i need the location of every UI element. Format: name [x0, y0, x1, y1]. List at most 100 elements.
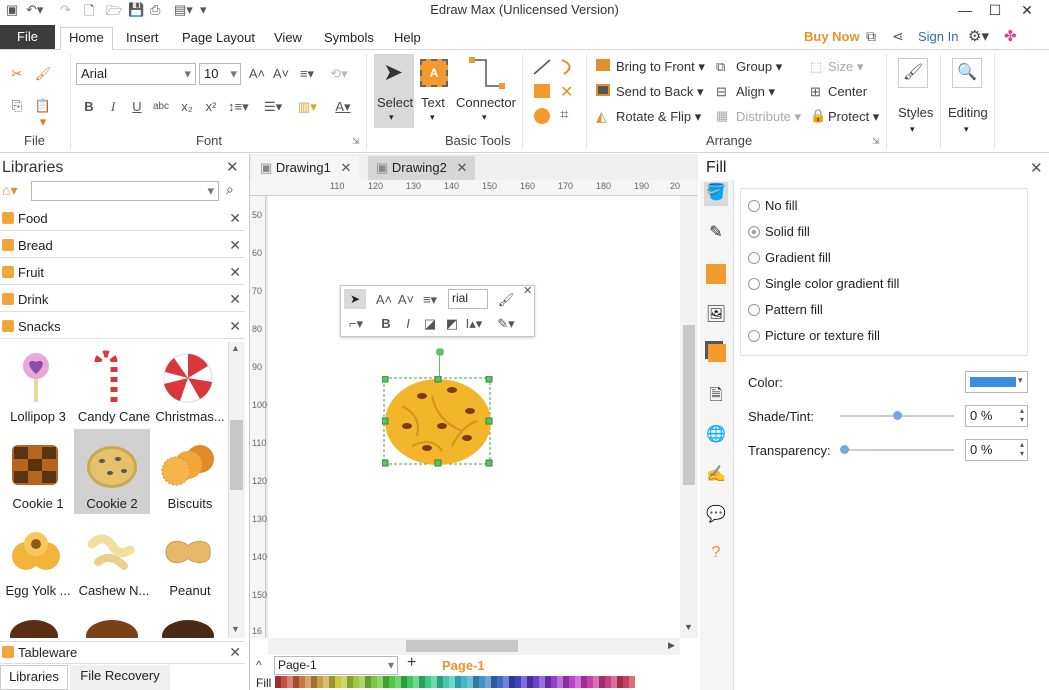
shape-peanut[interactable]: Peanut — [152, 516, 224, 601]
line-spacing-icon[interactable]: ↕≡▾ — [228, 99, 249, 115]
document-tab-drawing2[interactable]: ▣ Drawing2 ✕ — [368, 156, 476, 180]
styles-icon[interactable]: 🖌 — [898, 58, 928, 88]
strikethrough-icon[interactable]: abc — [152, 99, 170, 115]
library-scrollbar[interactable] — [228, 342, 245, 638]
pattern-fill-option[interactable]: Pattern fill — [748, 301, 978, 321]
send-to-back-button[interactable]: Send to Back ▾ — [616, 84, 703, 100]
close-category-icon[interactable]: ✕ — [229, 318, 241, 335]
grow-font-icon[interactable]: A˄ — [248, 66, 266, 82]
tab-home[interactable]: Home — [60, 27, 113, 51]
superscript-icon[interactable]: x² — [202, 99, 220, 115]
font-color-icon[interactable]: A▾ — [334, 99, 352, 115]
transparency-slider-thumb[interactable] — [840, 445, 849, 454]
highlight-icon[interactable]: ▥▾ — [298, 99, 317, 115]
palette-swatch[interactable] — [629, 676, 635, 688]
new-file-icon[interactable]: 🗋 — [84, 2, 94, 24]
close-category-icon[interactable]: ✕ — [229, 644, 241, 661]
shape-candy-cane[interactable]: Candy Cane — [76, 342, 150, 427]
comment-icon[interactable]: 💬 — [704, 504, 728, 528]
note-icon[interactable]: ✍ — [704, 464, 728, 488]
file-recovery-tab[interactable]: File Recovery — [70, 665, 170, 690]
close-category-icon[interactable]: ✕ — [229, 291, 241, 308]
close-category-icon[interactable]: ✕ — [229, 264, 241, 281]
customize-icon[interactable]: ▾ — [200, 2, 207, 18]
close-floating-toolbar-icon[interactable]: ✕ — [523, 284, 532, 297]
close-fill-panel-icon[interactable]: ✕ — [1030, 159, 1043, 177]
no-fill-option[interactable]: No fill — [748, 197, 978, 217]
tab-page-layout[interactable]: Page Layout — [174, 28, 263, 50]
arc-tool-icon[interactable] — [558, 58, 578, 76]
sign-in-link[interactable]: Sign In — [918, 29, 958, 44]
library-category-fruit[interactable]: Fruit ✕ — [0, 262, 245, 285]
open-folder-icon[interactable]: 🗁 — [106, 2, 122, 24]
globe-icon[interactable]: 🌐 — [704, 424, 728, 448]
subscript-icon[interactable]: x₂ — [178, 99, 196, 115]
document-tab-drawing1[interactable]: ▣ Drawing1 ✕ — [252, 156, 360, 180]
format-painter-icon[interactable]: 🖌 — [497, 292, 515, 308]
image-icon[interactable]: 🖼 — [704, 304, 728, 328]
close-button[interactable]: ✕ — [1004, 0, 1049, 22]
pages-toggle-icon[interactable]: ^ — [256, 658, 262, 672]
line-tool-icon[interactable] — [532, 58, 552, 76]
canvas-hscroll-thumb[interactable] — [406, 640, 518, 652]
font-name-select[interactable]: Arial ▾ — [76, 63, 196, 85]
page-tab-1[interactable]: Page-1 — [442, 658, 485, 673]
scroll-down-icon[interactable]: ▼ — [231, 624, 240, 634]
gradient-fill-option[interactable]: Gradient fill — [748, 249, 978, 269]
distribute-button[interactable]: Distribute ▾ — [736, 109, 801, 125]
print-icon[interactable]: ⎙ — [150, 2, 160, 18]
transparency-slider-track[interactable] — [840, 449, 954, 451]
text-spacing-icon[interactable]: I▴▾ — [465, 316, 483, 332]
undo-icon[interactable]: ↶▾ — [26, 2, 43, 18]
fill-tool-icon[interactable]: 🪣 — [704, 182, 728, 206]
scroll-up-icon[interactable]: ▲ — [231, 343, 240, 353]
shape-lollipop[interactable]: Lollipop 3 — [0, 342, 72, 427]
library-category-food[interactable]: Food ✕ — [0, 208, 245, 231]
line-tool-icon[interactable]: ✎ — [704, 222, 728, 246]
shrink-font-icon[interactable]: A˅ — [272, 66, 290, 82]
bullets-icon[interactable]: ☰▾ — [264, 99, 282, 115]
library-category-drink[interactable]: Drink ✕ — [0, 289, 245, 312]
bold-icon[interactable]: B — [377, 316, 395, 332]
color-palette[interactable] — [275, 676, 635, 688]
bring-front-icon[interactable]: ◪ — [421, 316, 439, 332]
layer-icon[interactable] — [708, 344, 726, 362]
underline-icon[interactable]: U — [128, 99, 146, 115]
help-icon[interactable]: ? — [704, 544, 728, 568]
cookie-shape[interactable] — [382, 376, 494, 468]
select-dropdown-icon[interactable]: ▾ — [389, 112, 394, 123]
tab-view[interactable]: View — [266, 28, 310, 50]
connector-label[interactable]: Connector — [456, 95, 516, 110]
library-category-snacks[interactable]: Snacks ✕ — [0, 316, 245, 339]
paste-icon[interactable]: 📋▾ — [34, 98, 52, 129]
crop-tool-icon[interactable]: ⌗ — [560, 106, 568, 123]
send-back-icon[interactable]: ◩ — [443, 316, 461, 332]
align-text-icon[interactable]: ≡▾ — [421, 292, 439, 308]
search-icon[interactable]: 🔍 — [952, 58, 982, 88]
font-dialog-launcher-icon[interactable]: ⇲ — [352, 136, 360, 147]
tab-insert[interactable]: Insert — [118, 28, 167, 50]
shape-christmas-candy[interactable]: Christmas... — [152, 342, 225, 427]
share-icon[interactable]: ⋖ — [892, 28, 904, 45]
editing-button[interactable]: Editing — [948, 105, 988, 120]
shape-egg-yolk[interactable]: Egg Yolk ... — [0, 516, 72, 601]
shadow-icon[interactable] — [706, 264, 726, 284]
rotate-flip-button[interactable]: Rotate & Flip ▾ — [616, 109, 701, 125]
floating-font-select[interactable]: rial — [448, 289, 488, 309]
rotation-handle[interactable] — [436, 348, 444, 356]
library-search-input[interactable]: ▾ — [31, 181, 219, 201]
shrink-font-icon[interactable]: A˅ — [397, 292, 415, 308]
tab-symbols[interactable]: Symbols — [316, 28, 382, 50]
shape-cookie-1[interactable]: Cookie 1 — [0, 429, 72, 514]
connector-tool-icon[interactable] — [468, 56, 508, 92]
settings-gear-icon[interactable]: ⚙▾ — [968, 27, 989, 45]
text-tool-icon[interactable]: A — [420, 59, 448, 87]
styles-dropdown-icon[interactable]: ▾ — [910, 124, 915, 135]
export-icon[interactable]: ▤▾ — [174, 2, 193, 18]
shape-biscuits[interactable]: Biscuits — [152, 429, 224, 514]
ellipse-tool-icon[interactable] — [534, 108, 550, 124]
grow-font-icon[interactable]: A˄ — [375, 292, 393, 308]
group-button[interactable]: Group ▾ — [736, 59, 782, 75]
document-icon[interactable]: 🗎 — [704, 384, 728, 408]
add-page-icon[interactable]: + — [407, 654, 416, 672]
